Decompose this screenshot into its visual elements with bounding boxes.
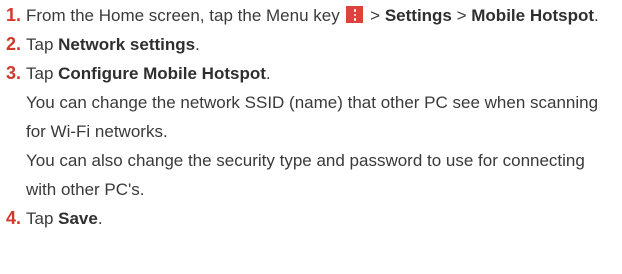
mobile-hotspot-label: Mobile Hotspot xyxy=(471,6,595,25)
step-separator: > xyxy=(370,6,385,25)
security-note: You can also change the security type an… xyxy=(26,151,585,199)
step-text: Tap xyxy=(26,64,59,83)
network-settings-label: Network settings xyxy=(58,35,196,54)
step-1: 1. From the Home screen, tap the Menu ke… xyxy=(6,1,618,30)
step-text: Tap xyxy=(26,35,59,54)
configure-mobile-hotspot-label: Configure Mobile Hotspot xyxy=(58,64,266,83)
ssid-note: You can change the network SSID (name) t… xyxy=(26,93,599,141)
step-period: . xyxy=(594,6,599,25)
step-period: . xyxy=(195,35,200,54)
menu-key-icon xyxy=(346,6,364,23)
step-number: 4. xyxy=(6,208,22,228)
step-text: From the Home screen, tap the Menu key xyxy=(26,6,340,25)
step-3: 3. Tap Configure Mobile Hotspot. You can… xyxy=(6,59,618,204)
step-2: 2. Tap Network settings. xyxy=(6,30,618,59)
instruction-steps: 1. From the Home screen, tap the Menu ke… xyxy=(6,1,618,233)
step-period: . xyxy=(265,64,271,83)
save-label: Save xyxy=(58,209,98,228)
step-4: 4. Tap Save. xyxy=(6,204,618,233)
step-number: 2. xyxy=(6,34,22,54)
step-number: 3. xyxy=(6,63,22,83)
settings-label: Settings xyxy=(384,6,452,25)
step-number: 1. xyxy=(6,5,22,25)
step-period: . xyxy=(97,209,103,228)
step-separator: > xyxy=(451,6,472,25)
step-text: Tap xyxy=(26,209,59,228)
